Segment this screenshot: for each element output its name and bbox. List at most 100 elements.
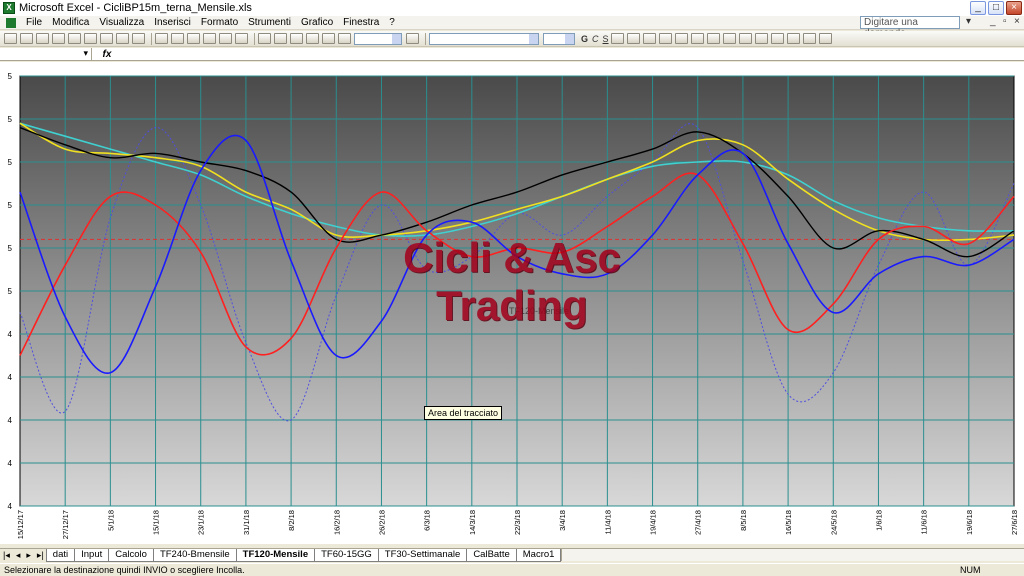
open-icon[interactable] <box>20 33 33 44</box>
align-right-icon[interactable] <box>642 33 656 44</box>
paste-icon[interactable] <box>187 33 200 44</box>
font-color-icon[interactable] <box>818 33 832 44</box>
increase-decimal-icon[interactable] <box>722 33 736 44</box>
menu-modifica[interactable]: Modifica <box>47 16 94 29</box>
merge-center-icon[interactable] <box>658 33 672 44</box>
font-size-combo[interactable] <box>543 32 575 45</box>
minimize-button[interactable]: _ <box>970 1 986 15</box>
close-button[interactable]: × <box>1006 1 1022 15</box>
chart-wizard-icon[interactable] <box>322 33 335 44</box>
next-sheet-button[interactable]: ▸ <box>23 549 34 561</box>
cut-icon[interactable] <box>155 33 168 44</box>
prev-sheet-button[interactable]: ◂ <box>13 549 24 561</box>
window-controls: _ □ × <box>970 1 1022 15</box>
align-center-icon[interactable] <box>626 33 640 44</box>
tab-tf60-15gg[interactable]: TF60-15GG <box>314 549 379 562</box>
toolbar-separator <box>151 32 152 45</box>
help-dropdown-icon[interactable]: ▾ <box>966 16 971 27</box>
y-tick-label: 4 <box>8 502 13 511</box>
font-name-combo[interactable] <box>429 32 539 45</box>
tab-macro1[interactable]: Macro1 <box>515 549 562 562</box>
y-tick-label: 4 <box>8 416 13 425</box>
menu-help[interactable]: ? <box>384 16 400 29</box>
x-tick-label: 26/2/18 <box>377 510 386 535</box>
chart-sheet[interactable]: 5 5 5 5 5 5 4 4 4 4 4 15/12/17 27/12/17 5/1/18 15/1/18… <box>0 62 1024 544</box>
format-painter-icon[interactable] <box>203 33 216 44</box>
x-tick-label: 16/2/18 <box>332 510 341 535</box>
x-tick-label: 16/5/18 <box>784 510 793 535</box>
menu-formato[interactable]: Formato <box>196 16 243 29</box>
tab-tf30-settimanale[interactable]: TF30-Settimanale <box>377 549 468 562</box>
undo-icon[interactable] <box>219 33 232 44</box>
thousands-icon[interactable] <box>690 33 704 44</box>
underline-icon[interactable]: S <box>601 34 611 44</box>
y-tick-label: 4 <box>8 373 13 382</box>
zoom-combo[interactable] <box>354 32 402 45</box>
menu-grafico[interactable]: Grafico <box>296 16 338 29</box>
print-preview-icon[interactable] <box>100 33 113 44</box>
x-tick-label: 11/4/18 <box>603 510 612 534</box>
copy-icon[interactable] <box>171 33 184 44</box>
tab-calcolo[interactable]: Calcolo <box>108 549 154 562</box>
tab-calbatte[interactable]: CalBatte <box>466 549 517 562</box>
y-tick-label: 5 <box>8 115 13 124</box>
borders-icon[interactable] <box>786 33 800 44</box>
drawing-icon[interactable] <box>338 33 351 44</box>
fx-icon[interactable]: fx <box>92 49 122 60</box>
email-icon[interactable] <box>68 33 81 44</box>
percent-icon[interactable] <box>674 33 688 44</box>
workbook-close-button[interactable]: × <box>1014 16 1020 27</box>
plot-area-tooltip: Area del tracciato <box>424 406 503 420</box>
decrease-decimal-icon[interactable] <box>738 33 752 44</box>
x-tick-label: 15/1/18 <box>152 510 161 535</box>
x-tick-label: 1/6/18 <box>874 510 883 531</box>
workbook-minimize-button[interactable]: _ <box>990 16 996 27</box>
status-bar: Selezionare la destinazione quindi INVIO… <box>0 563 1024 576</box>
sort-ascending-icon[interactable] <box>290 33 303 44</box>
maximize-button[interactable]: □ <box>988 1 1004 15</box>
x-tick-label: 23/1/18 <box>197 510 206 535</box>
decrease-indent-icon[interactable] <box>754 33 768 44</box>
hyperlink-icon[interactable] <box>258 33 271 44</box>
redo-icon[interactable] <box>235 33 248 44</box>
fill-color-icon[interactable] <box>802 33 816 44</box>
x-tick-label: 14/3/18 <box>468 510 477 535</box>
workbook-restore-button[interactable]: ▫ <box>1003 16 1007 27</box>
y-tick-label: 5 <box>8 158 13 167</box>
help-icon[interactable] <box>406 33 419 44</box>
formula-input[interactable] <box>122 48 1024 60</box>
formula-bar: ▾ fx <box>0 48 1024 61</box>
num-lock-indicator: NUM <box>960 565 981 575</box>
spelling-icon[interactable] <box>116 33 129 44</box>
euro-icon[interactable] <box>706 33 720 44</box>
align-left-icon[interactable] <box>610 33 624 44</box>
horizontal-scrollbar[interactable] <box>561 549 1024 561</box>
save-icon[interactable] <box>36 33 49 44</box>
new-icon[interactable] <box>4 33 17 44</box>
menu-finestra[interactable]: Finestra <box>338 16 384 29</box>
sort-descending-icon[interactable] <box>306 33 319 44</box>
increase-indent-icon[interactable] <box>770 33 784 44</box>
bold-icon[interactable]: G <box>579 34 590 44</box>
tab-tf120-mensile[interactable]: TF120-Mensile <box>235 549 316 562</box>
tab-tf240-bmensile[interactable]: TF240-Bmensile <box>152 549 237 562</box>
title-bar: X Microsoft Excel - CicliBP15m_terna_Men… <box>0 0 1024 16</box>
italic-icon[interactable]: C <box>590 34 601 44</box>
research-icon[interactable] <box>132 33 145 44</box>
tab-dati[interactable]: dati <box>45 549 76 562</box>
autosum-icon[interactable] <box>274 33 287 44</box>
first-sheet-button[interactable]: |◂ <box>0 549 13 561</box>
toolbar-separator <box>425 32 426 45</box>
menu-inserisci[interactable]: Inserisci <box>149 16 196 29</box>
x-tick-label: 27/6/18 <box>1010 510 1019 535</box>
status-message: Selezionare la destinazione quindi INVIO… <box>4 565 245 575</box>
menu-visualizza[interactable]: Visualizza <box>94 16 149 29</box>
help-search-input[interactable]: Digitare una domanda. <box>860 16 960 39</box>
menu-file[interactable]: File <box>21 16 47 29</box>
excel-icon: X <box>3 2 15 14</box>
tab-input[interactable]: Input <box>74 549 110 562</box>
name-box[interactable]: ▾ <box>0 48 92 60</box>
print-icon[interactable] <box>84 33 97 44</box>
permission-icon[interactable] <box>52 33 65 44</box>
menu-strumenti[interactable]: Strumenti <box>243 16 296 29</box>
